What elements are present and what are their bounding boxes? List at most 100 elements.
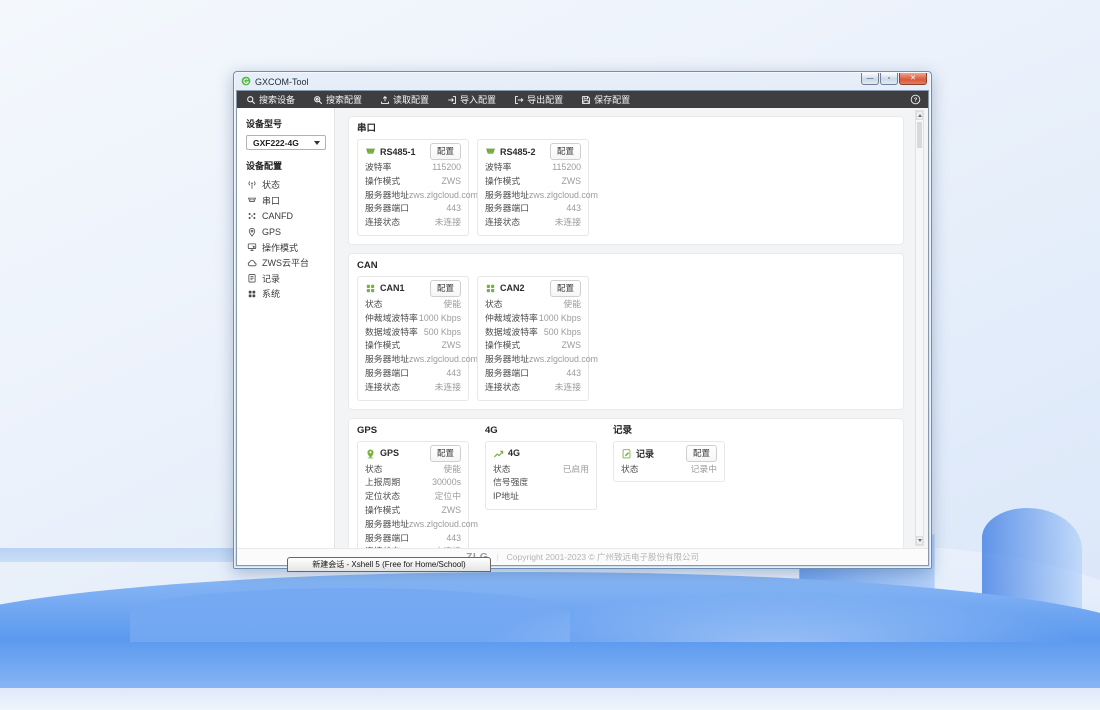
row-label: 信号强度 [493, 476, 528, 490]
row-label: 服务器端口 [365, 202, 409, 216]
mode-icon [247, 242, 257, 252]
sidebar-item-label: 操作模式 [262, 241, 298, 254]
search-device-button[interactable]: 搜索设备 [246, 93, 295, 106]
minimize-button[interactable]: — [861, 73, 879, 85]
card-row: 连接状态 未连接 [485, 381, 581, 395]
row-label: 服务器地址 [365, 353, 409, 367]
section-title: 串口 [357, 123, 597, 134]
sidebar-item-serial[interactable]: 串口 [237, 193, 334, 209]
row-value: 1000 Kbps [539, 312, 581, 326]
section-cards: CAN1配置状态使能仲裁域波特率1000 Kbps数据域波特率500 Kbps操… [357, 276, 597, 401]
read-config-icon [380, 95, 390, 105]
sidebar: 设备型号 GXF222-4G 设备配置 状态串口CANFDGPS操作模式ZWS云… [237, 108, 335, 548]
search-config-button[interactable]: 搜索配置 [313, 93, 362, 106]
row-value: zws.zlgcloud.com [409, 189, 478, 203]
row-label: 服务器端口 [365, 367, 409, 381]
row-value: 115200 [552, 161, 581, 175]
section-g00: 串口RS485-1配置波特率115200操作模式ZWS服务器地址zws.zlgc… [357, 123, 597, 236]
device-model-select[interactable]: GXF222-4G [246, 135, 326, 150]
card-gps: GPS配置状态使能上报周期30000s定位状态定位中操作模式ZWS服务器地址zw… [357, 441, 469, 548]
help-icon[interactable]: ? [910, 94, 921, 105]
row-value: ZWS [441, 504, 461, 518]
config-button[interactable]: 配置 [550, 280, 581, 297]
card-header: CAN1 配置 [365, 280, 461, 297]
maximize-button[interactable]: ▫ [880, 73, 898, 85]
card-row: 操作模式ZWS [365, 504, 461, 518]
row-value: 443 [446, 532, 461, 546]
export-config-button[interactable]: 导出配置 [514, 93, 563, 106]
vertical-scrollbar[interactable] [915, 110, 924, 546]
import-config-icon [447, 95, 457, 105]
content-box-3: GPSGPS配置状态使能上报周期30000s定位状态定位中操作模式ZWS服务器地… [348, 418, 904, 548]
canfd-icon [247, 211, 257, 221]
row-label: 状态 [365, 463, 383, 477]
card-row: 连接状态未连接 [485, 216, 581, 230]
serial-icon [247, 195, 257, 205]
row-value: zws.zlgcloud.com [409, 518, 478, 532]
row-label: 服务器地址 [365, 189, 409, 203]
serial-port-icon [365, 146, 376, 157]
card-title: CAN1 [380, 283, 426, 293]
card-row: 服务器地址zws.zlgcloud.com [365, 518, 461, 532]
row-value: zws.zlgcloud.com [529, 189, 598, 203]
sidebar-item-label: 记录 [262, 272, 280, 285]
config-button[interactable]: 配置 [430, 445, 461, 462]
sidebar-item-label: 系统 [262, 287, 280, 300]
card-row: 信号强度 [493, 476, 589, 490]
card-row: 服务器端口443 [365, 202, 461, 216]
sidebar-item-system[interactable]: 系统 [237, 286, 334, 302]
row-label: 操作模式 [365, 339, 400, 353]
sidebar-item-mode[interactable]: 操作模式 [237, 239, 334, 255]
config-button[interactable]: 配置 [430, 280, 461, 297]
window-title: GXCOM-Tool [255, 77, 309, 87]
titlebar[interactable]: GXCOM-Tool —▫✕ [236, 72, 929, 90]
card-row: 仲裁域波特率1000 Kbps [365, 312, 461, 326]
card-4g: 4G状态已启用信号强度IP地址 [485, 441, 597, 510]
section-cards: RS485-1配置波特率115200操作模式ZWS服务器地址zws.zlgclo… [357, 139, 597, 236]
scroll-down-button[interactable] [916, 536, 923, 545]
sidebar-item-status[interactable]: 状态 [237, 177, 334, 193]
row-value: 未连接 [555, 381, 581, 395]
config-button[interactable]: 配置 [550, 143, 581, 160]
sidebar-item-cloud[interactable]: ZWS云平台 [237, 255, 334, 271]
sidebar-item-record[interactable]: 记录 [237, 271, 334, 287]
section-title: CAN [357, 260, 597, 271]
section-can: CANCAN1配置状态使能仲裁域波特率1000 Kbps数据域波特率500 Kb… [357, 260, 597, 401]
section-title: GPS [357, 425, 477, 436]
row-value: 1000 Kbps [419, 312, 461, 326]
config-button[interactable]: 配置 [430, 143, 461, 160]
sidebar-item-canfd[interactable]: CANFD [237, 208, 334, 224]
row-value: 未连接 [435, 545, 461, 548]
card-row: 服务器端口443 [365, 532, 461, 546]
section-title: 4G [485, 425, 605, 436]
toolbar-button-label: 保存配置 [594, 93, 630, 106]
scrollbar-thumb[interactable] [917, 122, 922, 148]
read-config-button[interactable]: 读取配置 [380, 93, 429, 106]
card-row: 操作模式ZWS [485, 175, 581, 189]
device-model-value: GXF222-4G [253, 138, 299, 148]
section-cards: 4G状态已启用信号强度IP地址 [485, 441, 605, 510]
sidebar-item-label: GPS [262, 227, 281, 237]
card-row: 服务器地址zws.zlgcloud.com [365, 353, 461, 367]
import-config-button[interactable]: 导入配置 [447, 93, 496, 106]
xshell-window-tab[interactable]: 新建会话 - Xshell 5 (Free for Home/School) [287, 557, 491, 572]
card-row: 操作模式ZWS [365, 339, 461, 353]
footer-divider: | [496, 552, 498, 562]
card-title: 记录 [636, 447, 682, 460]
main-content: 串口RS485-1配置波特率115200操作模式ZWS服务器地址zws.zlgc… [335, 108, 928, 548]
section-gps: GPSGPS配置状态使能上报周期30000s定位状态定位中操作模式ZWS服务器地… [357, 425, 477, 548]
row-label: 服务器端口 [485, 367, 529, 381]
row-label: 连接状态 [485, 381, 520, 395]
window-controls: —▫✕ [861, 73, 927, 85]
card-title: RS485-2 [500, 147, 546, 157]
row-label: 上报周期 [365, 476, 400, 490]
cloud-icon [247, 258, 257, 268]
card-row: 定位状态定位中 [365, 490, 461, 504]
save-config-button[interactable]: 保存配置 [581, 93, 630, 106]
card-row: 状态使能 [485, 298, 581, 312]
close-button[interactable]: ✕ [899, 73, 927, 85]
config-button[interactable]: 配置 [686, 445, 717, 462]
sidebar-item-gps[interactable]: GPS [237, 224, 334, 240]
scroll-up-button[interactable] [916, 111, 923, 120]
row-label: 操作模式 [365, 175, 400, 189]
